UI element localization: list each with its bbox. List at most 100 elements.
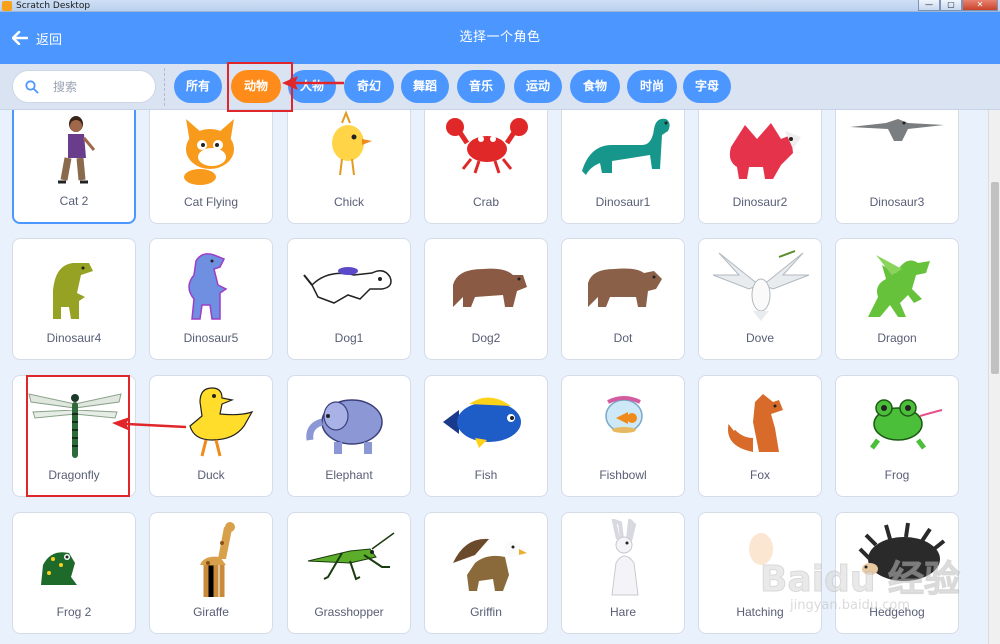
sprite-card[interactable]: Hare [561,512,685,634]
sprite-thumbnail [868,255,930,317]
sprite-card[interactable]: Grasshopper [287,512,411,634]
sprite-name: Crab [472,195,499,209]
sprite-thumbnail [28,393,122,458]
sprite-card[interactable]: Frog 2 [12,512,136,634]
sprite-name: Grasshopper [314,605,384,619]
sprite-thumbnail [184,119,234,185]
sprite-thumbnail [41,552,77,585]
sprite-grid: Cat 2 Cat Flying Chick Crab Dinosaur1 Dinosau… [0,110,988,644]
search-icon [25,79,39,93]
category-tag[interactable]: 人物 [288,70,336,103]
sprite-name: Frog [884,468,910,482]
sprite-card[interactable]: Dog1 [287,238,411,360]
sprite-card[interactable]: Crab [424,110,548,224]
sprite-card[interactable]: Hedgehog [835,512,959,634]
filter-bar: 所有动物人物奇幻舞蹈音乐运动食物时尚字母 [0,64,1000,110]
category-tag[interactable]: 食物 [570,70,620,103]
sprite-thumbnail [611,519,639,596]
sprite-name: Dragonfly [48,468,100,482]
scratch-desktop-window: Scratch Desktop — ▢ ✕ 返回 选择一个角色 所有动物人物奇幻… [0,0,1000,644]
sprite-thumbnail [605,396,643,433]
sprite-card[interactable]: Hatching [698,512,822,634]
sprite-thumbnail [453,268,527,307]
category-tag[interactable]: 奇幻 [344,70,394,103]
sprite-name: Duck [197,468,225,482]
category-tag[interactable]: 动物 [231,70,281,103]
sprite-card[interactable]: Cat Flying [149,110,273,224]
sprite-name: Dove [745,331,774,345]
sprite-name: Giraffe [193,605,229,619]
maximize-button[interactable]: ▢ [940,0,962,11]
sprite-thumbnail [58,116,96,184]
sprite-card[interactable]: Dinosaur5 [149,238,273,360]
sprite-thumbnail [303,267,392,304]
sprite-thumbnail [446,118,528,174]
sprite-thumbnail [727,394,783,452]
sprite-name: Dinosaur2 [732,195,788,209]
sprite-thumbnail [443,397,521,448]
scrollbar-thumb[interactable] [991,182,999,374]
grid-scrollbar[interactable] [988,110,1000,644]
category-tag[interactable]: 舞蹈 [401,70,449,103]
sprite-card[interactable]: Frog [835,375,959,497]
library-header: 返回 选择一个角色 [0,12,1000,64]
filter-divider [164,68,165,106]
category-tag[interactable]: 运动 [514,70,562,103]
sprite-card[interactable]: Elephant [287,375,411,497]
sprite-name: Dog2 [471,331,501,345]
sprite-card[interactable]: Giraffe [149,512,273,634]
sprite-name: Hatching [736,605,784,619]
os-title-bar: Scratch Desktop — ▢ ✕ [0,0,1000,12]
sprite-card[interactable]: Duck [149,375,273,497]
sprite-name: Fox [749,468,770,482]
sprite-name: Fish [474,468,498,482]
sprite-card[interactable]: Dinosaur3 [835,110,959,224]
sprite-name: Dinosaur3 [869,195,925,209]
sprite-thumbnail [712,250,810,321]
sprite-card[interactable]: Dove [698,238,822,360]
sprite-name: Frog 2 [56,605,92,619]
sprite-name: Dot [613,331,633,345]
category-tag[interactable]: 音乐 [457,70,505,103]
scratch-app-icon [2,1,12,11]
sprite-name: Dinosaur4 [46,331,102,345]
sprite-name: Dragon [877,331,917,345]
sprite-thumbnail [188,253,228,320]
sprite-thumbnail [200,522,235,597]
sprite-thumbnail [749,533,773,565]
search-input[interactable] [53,79,143,94]
sprite-card[interactable]: Dinosaur2 [698,110,822,224]
sprite-thumbnail [189,387,254,457]
sprite-card[interactable]: Dinosaur1 [561,110,685,224]
sprite-card[interactable]: Cat 2 [12,110,136,224]
sprite-thumbnail [307,532,395,581]
sprite-card[interactable]: Fish [424,375,548,497]
category-tag[interactable]: 所有 [174,70,222,103]
sprite-card[interactable]: Dog2 [424,238,548,360]
search-box[interactable] [12,70,156,103]
sprite-card[interactable]: Dinosaur4 [12,238,136,360]
sprite-thumbnail [453,538,527,591]
category-tag[interactable]: 字母 [683,70,731,103]
sprite-name: Dog1 [334,331,364,345]
sprite-card[interactable]: Dragon [835,238,959,360]
sprite-card[interactable]: Chick [287,110,411,224]
window-title: Scratch Desktop [16,1,91,11]
page-title: 选择一个角色 [459,30,541,45]
category-tag[interactable]: 时尚 [627,70,677,103]
sprite-name: Dinosaur1 [595,195,651,209]
sprite-name: Griffin [470,605,502,619]
sprite-thumbnail [850,119,944,141]
sprite-card[interactable]: Fox [698,375,822,497]
sprite-thumbnail [332,110,372,176]
close-button[interactable]: ✕ [962,0,998,11]
sprite-card[interactable]: Fishbowl [561,375,685,497]
minimize-button[interactable]: — [918,0,940,11]
sprite-card[interactable]: Dot [561,238,685,360]
sprite-card[interactable]: Griffin [424,512,548,634]
sprite-name: Hare [609,605,636,619]
sprite-card[interactable]: Dragonfly [12,375,136,497]
sprite-name: Dinosaur5 [183,331,239,345]
sprite-name: Hedgehog [869,605,925,619]
sprite-name: Chick [333,195,364,209]
